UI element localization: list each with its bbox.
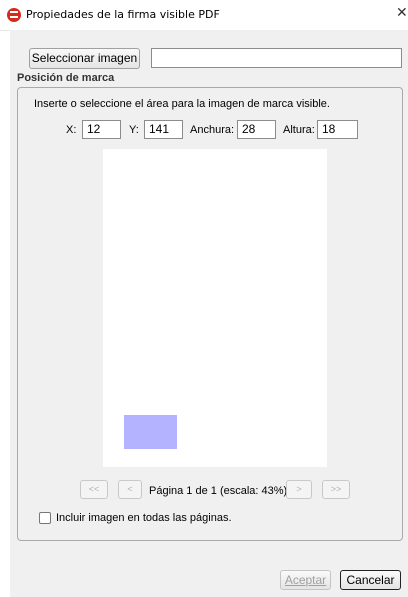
signature-area-marker[interactable] [124,415,177,449]
accept-button[interactable]: Aceptar [280,570,331,590]
first-page-button[interactable]: << [80,480,108,499]
select-image-button[interactable]: Seleccionar imagen [29,48,140,69]
image-path-field[interactable] [151,48,402,68]
x-field[interactable]: 12 [82,120,121,139]
x-label: X: [66,124,77,136]
next-page-button[interactable]: > [286,480,312,499]
height-field[interactable]: 18 [317,120,358,139]
prev-page-button[interactable]: < [118,480,142,499]
width-label: Anchura: [190,124,235,136]
section-label: Posición de marca [17,72,115,84]
all-pages-checkbox[interactable] [39,512,51,524]
y-field[interactable]: 141 [144,120,183,139]
app-logo-icon [7,8,21,22]
title-bar: Propiedades de la firma visible PDF ✕ [0,0,408,31]
close-icon[interactable]: ✕ [396,5,408,21]
height-label: Altura: [283,124,315,136]
page-indicator: Página 1 de 1 (escala: 43%) [149,485,288,497]
all-pages-label: Incluir imagen en todas las páginas. [56,512,232,524]
window-title: Propiedades de la firma visible PDF [26,8,220,21]
last-page-button[interactable]: >> [322,480,350,499]
width-field[interactable]: 28 [237,120,276,139]
y-label: Y: [129,124,139,136]
page-preview[interactable] [103,149,327,467]
cancel-button[interactable]: Cancelar [340,570,401,590]
instruction-text: Inserte o seleccione el área para la ima… [34,98,330,110]
